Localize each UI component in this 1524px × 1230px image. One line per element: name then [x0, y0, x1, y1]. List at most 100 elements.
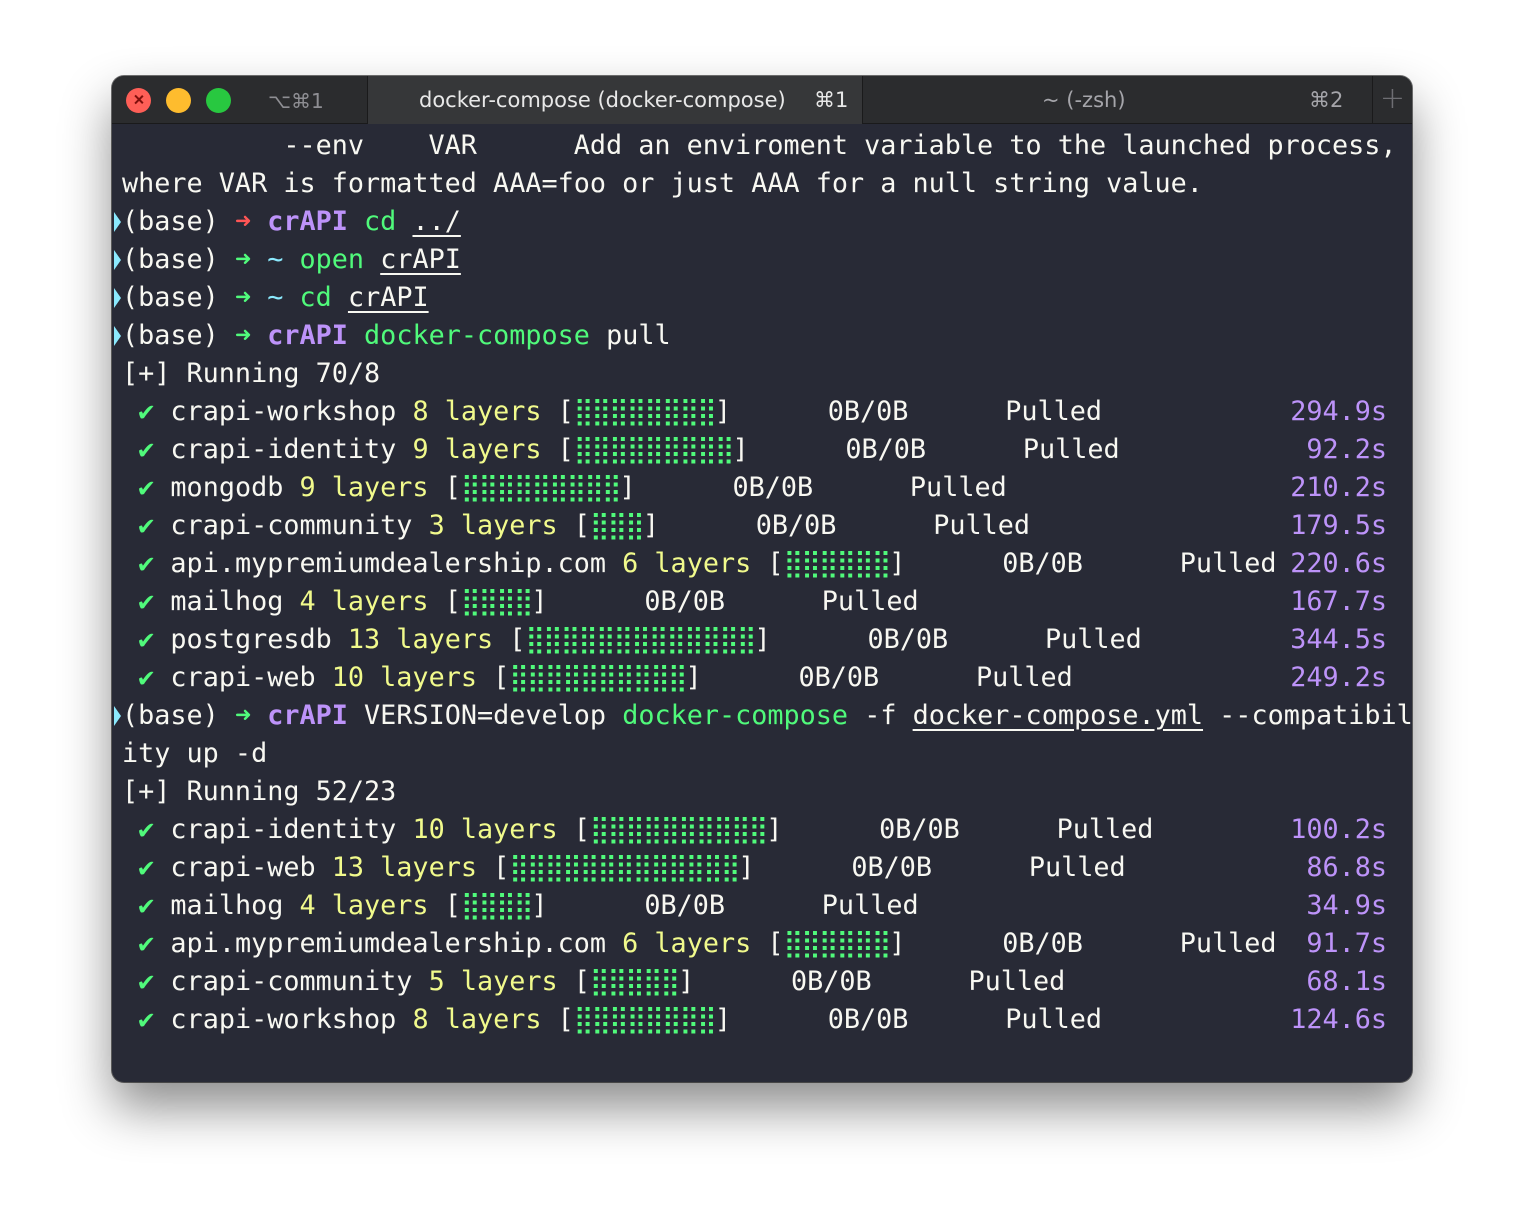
prompt-dir: ~ — [267, 244, 284, 275]
progress-bar: ⣿⣿⣿⣿⣿⣿⣿⣿⣿⣿ — [589, 814, 768, 845]
prompt-dir: crAPI — [267, 206, 348, 237]
prompt-arrow-icon: ➜ — [234, 206, 252, 237]
progress-bar: ⣿⣿⣿⣿⣿⣿⣿⣿⣿ — [573, 434, 735, 465]
new-tab-button[interactable]: + — [1372, 76, 1412, 124]
service-name: crapi-community — [170, 966, 413, 997]
prompt-marker-icon — [114, 250, 121, 270]
prompt-line: (base) ➜ crAPI docker-compose pull — [114, 317, 671, 355]
progress-bar: ⣿⣿⣿ — [589, 510, 645, 541]
pull-duration: 86.8s — [1306, 852, 1387, 883]
terminal-output[interactable]: --env VAR Add an enviroment variable to … — [112, 125, 1412, 1082]
check-icon: ✔ — [138, 890, 155, 921]
transfer-size: 0B/0B — [827, 396, 909, 427]
pull-status: Pulled — [1028, 852, 1126, 883]
pull-row: ✔ mailhog 4 layers [⣿⣿⣿⣿] 0B/0B Pulled — [138, 890, 919, 921]
pull-duration: 344.5s — [1290, 624, 1387, 655]
pull-row: ✔ crapi-web 10 layers [⣿⣿⣿⣿⣿⣿⣿⣿⣿⣿] 0B/0B… — [138, 662, 1073, 693]
check-icon: ✔ — [138, 814, 155, 845]
layer-count: 3 layers — [428, 510, 558, 541]
pull-row: ✔ crapi-identity 10 layers [⣿⣿⣿⣿⣿⣿⣿⣿⣿⣿] … — [138, 814, 1154, 845]
tab-zsh[interactable]: ~ (-zsh) ⌘2 — [864, 76, 1372, 124]
progress-bar: ⣿⣿⣿⣿⣿ — [589, 966, 680, 997]
prompt-dir: ~ — [267, 282, 284, 313]
pull-duration: 34.9s — [1306, 890, 1387, 921]
transfer-size: 0B/0B — [851, 852, 933, 883]
transfer-size: 0B/0B — [644, 586, 725, 617]
progress-bar: ⣿⣿⣿⣿ — [460, 586, 534, 617]
command-name: cd — [299, 282, 332, 313]
layer-count: 8 layers — [412, 396, 542, 427]
progress-bar: ⣿⣿⣿⣿⣿⣿⣿⣿⣿⣿⣿⣿⣿ — [525, 624, 756, 655]
env-assignment: VERSION=develop — [364, 700, 607, 731]
pull-duration: 294.9s — [1290, 396, 1387, 427]
layer-count: 8 layers — [412, 1004, 542, 1035]
pull-status: Pulled — [1005, 1004, 1103, 1035]
prompt-arrow-icon: ➜ — [234, 282, 252, 313]
pull-status: Pulled — [1005, 396, 1103, 427]
pull-duration: 249.2s — [1290, 662, 1387, 693]
check-icon: ✔ — [138, 586, 155, 617]
layer-count: 10 layers — [412, 814, 558, 845]
transfer-size: 0B/0B — [1002, 548, 1083, 579]
service-name: crapi-web — [170, 852, 316, 883]
service-name: api.mypremiumdealership.com — [170, 928, 607, 959]
pull-status: Pulled — [821, 586, 919, 617]
pull-row: ✔ crapi-community 5 layers [⣿⣿⣿⣿⣿] 0B/0B… — [138, 966, 1066, 997]
check-icon: ✔ — [138, 434, 155, 465]
pull-row: ✔ api.mypremiumdealership.com 6 layers [… — [138, 928, 1277, 959]
service-name: crapi-community — [170, 510, 413, 541]
pull-row: ✔ api.mypremiumdealership.com 6 layers [… — [138, 548, 1277, 579]
maximize-window-button[interactable] — [206, 88, 231, 113]
layer-count: 5 layers — [428, 966, 558, 997]
layer-count: 13 layers — [347, 624, 494, 655]
prompt-env: (base) — [122, 244, 219, 275]
transfer-size: 0B/0B — [1002, 928, 1083, 959]
pull-row: ✔ crapi-community 3 layers [⣿⣿⣿] 0B/0B P… — [138, 510, 1031, 541]
progress-bar: ⣿⣿⣿⣿⣿⣿⣿⣿⣿ — [460, 472, 622, 503]
command-flag: -f — [864, 700, 897, 731]
pull-status: Pulled — [909, 472, 1007, 503]
wrapped-line: ity up -d — [122, 738, 268, 769]
progress-bar: ⣿⣿⣿⣿⣿⣿ — [783, 928, 892, 959]
layer-count: 4 layers — [299, 586, 429, 617]
service-name: mongodb — [170, 472, 284, 503]
pull-row: ✔ postgresdb 13 layers [⣿⣿⣿⣿⣿⣿⣿⣿⣿⣿⣿⣿⣿] 0… — [138, 624, 1142, 655]
tab-title: ~ (-zsh) — [1042, 88, 1126, 112]
layer-count: 13 layers — [331, 852, 477, 883]
prompt-marker-icon — [114, 212, 121, 232]
service-name: mailhog — [170, 586, 284, 617]
layer-count: 6 layers — [622, 548, 752, 579]
progress-bar: ⣿⣿⣿⣿ — [460, 890, 534, 921]
transfer-size: 0B/0B — [791, 966, 872, 997]
command-name: docker-compose — [364, 320, 590, 351]
layer-count: 9 layers — [299, 472, 429, 503]
tab-docker-compose[interactable]: docker-compose (docker-compose) ⌘1 — [367, 76, 863, 124]
tab-shortcut: ⌘2 — [1309, 88, 1344, 112]
pull-status: Pulled — [968, 966, 1066, 997]
prompt-arrow-icon: ➜ — [234, 244, 252, 275]
command-name: open — [299, 244, 365, 275]
pull-status: Pulled — [821, 890, 919, 921]
service-name: crapi-identity — [170, 434, 397, 465]
service-name: crapi-web — [170, 662, 316, 693]
check-icon: ✔ — [138, 1004, 155, 1035]
pull-row: ✔ crapi-workshop 8 layers [⣿⣿⣿⣿⣿⣿⣿⣿] 0B/… — [138, 396, 1103, 427]
close-window-button[interactable] — [126, 88, 151, 113]
prompt-marker-icon — [114, 288, 121, 308]
transfer-size: 0B/0B — [879, 814, 960, 845]
pull-duration: 91.7s — [1306, 928, 1387, 959]
prompt-line: (base) ➜ crAPI VERSION=develop docker-co… — [114, 697, 1412, 735]
transfer-size: 0B/0B — [732, 472, 814, 503]
service-name: crapi-workshop — [170, 1004, 397, 1035]
title-bar: ⌥⌘1 docker-compose (docker-compose) ⌘1 ~… — [112, 76, 1412, 124]
check-icon: ✔ — [138, 966, 155, 997]
prompt-env: (base) — [122, 282, 219, 313]
pull-duration: 167.7s — [1290, 586, 1387, 617]
pull-row: ✔ mongodb 9 layers [⣿⣿⣿⣿⣿⣿⣿⣿⣿] 0B/0B Pul… — [138, 472, 1007, 503]
prompt-line: (base) ➜ crAPI cd ../ — [114, 203, 461, 241]
transfer-size: 0B/0B — [867, 624, 949, 655]
command-name: docker-compose — [622, 700, 849, 731]
command-rest: pull — [606, 320, 671, 351]
minimize-window-button[interactable] — [166, 88, 191, 113]
pull-status: Pulled — [933, 510, 1031, 541]
